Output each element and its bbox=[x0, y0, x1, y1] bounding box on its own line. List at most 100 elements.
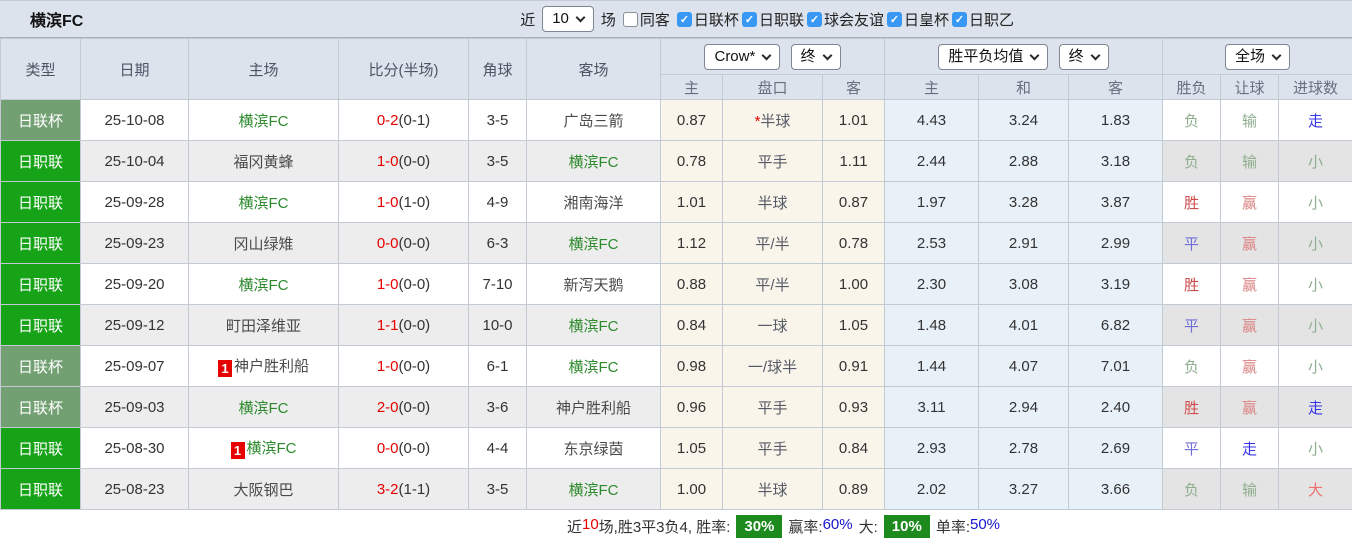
result-cell: 平 bbox=[1163, 223, 1221, 264]
table-row: 日职联25-09-20横滨FC1-0(0-0)7-10新泻天鹅0.88平/半1.… bbox=[1, 264, 1352, 305]
fulltime-score: 0-0 bbox=[377, 440, 399, 457]
single-value: 50% bbox=[970, 516, 1000, 537]
odds-away-cell: 0.91 bbox=[823, 346, 885, 387]
halftime-score: (0-0) bbox=[399, 153, 431, 170]
score-cell: 0-2(0-1) bbox=[339, 100, 469, 141]
avg-draw-cell: 2.91 bbox=[979, 223, 1069, 264]
single-label: 单率: bbox=[936, 516, 970, 537]
team-name-link[interactable]: 横滨FC bbox=[569, 154, 619, 171]
team-name-link[interactable]: 横滨FC bbox=[569, 236, 619, 253]
date-cell: 25-08-23 bbox=[81, 469, 189, 510]
score-cell: 1-0(1-0) bbox=[339, 182, 469, 223]
period-select[interactable]: 全场 bbox=[1225, 44, 1290, 70]
halftime-score: (0-0) bbox=[399, 317, 431, 334]
halftime-score: (1-0) bbox=[399, 194, 431, 211]
team-name-link[interactable]: 町田泽维亚 bbox=[226, 318, 301, 335]
team-name-link[interactable]: 神户胜利船 bbox=[556, 400, 631, 417]
odds-home-cell: 0.84 bbox=[661, 305, 723, 346]
bookmaker-time-select[interactable]: 终 bbox=[791, 44, 841, 70]
odds-home-cell: 1.12 bbox=[661, 223, 723, 264]
team-name-link[interactable]: 广岛三箭 bbox=[563, 113, 623, 130]
summary-stats-text: 场,胜3平3负4, 胜率: bbox=[599, 516, 731, 537]
checkbox-icon[interactable] bbox=[742, 12, 757, 27]
avg-draw-cell: 2.94 bbox=[979, 387, 1069, 428]
recent-summary: 近 10 场,胜3平3负4, 胜率: bbox=[567, 516, 730, 537]
league-filter-label: 日皇杯 bbox=[904, 9, 949, 30]
league-filter-label: 日职乙 bbox=[969, 9, 1014, 30]
goals-cell: 走 bbox=[1279, 100, 1352, 141]
chevron-down-icon bbox=[822, 50, 832, 60]
date-cell: 25-10-08 bbox=[81, 100, 189, 141]
team-name-link[interactable]: 大阪钢巴 bbox=[233, 482, 293, 499]
col-header-score: 比分(半场) bbox=[339, 39, 469, 100]
sub-header-crow-home: 主 bbox=[661, 75, 723, 100]
recent-count-select[interactable]: 10 bbox=[542, 6, 594, 32]
odds-home-cell: 1.00 bbox=[661, 469, 723, 510]
same-away-filter[interactable]: 同客 bbox=[623, 9, 670, 30]
league-filter-label: 日联杯 bbox=[694, 9, 739, 30]
table-row: 日职联25-09-28横滨FC1-0(1-0)4-9湘南海洋1.01半球0.87… bbox=[1, 182, 1352, 223]
team-name-link[interactable]: 东京绿茵 bbox=[563, 441, 623, 458]
corner-cell: 3-5 bbox=[469, 141, 527, 182]
league-filter-label: 球会友谊 bbox=[824, 9, 884, 30]
corner-cell: 4-4 bbox=[469, 428, 527, 469]
team-name-link[interactable]: 横滨FC bbox=[239, 195, 289, 212]
result-cell: 平 bbox=[1163, 305, 1221, 346]
goals-cell: 小 bbox=[1279, 264, 1352, 305]
odds-away-cell: 1.00 bbox=[823, 264, 885, 305]
league-filter-5[interactable]: 日职乙 bbox=[952, 9, 1014, 30]
team-name-link[interactable]: 神户胜利船 bbox=[234, 358, 309, 375]
avg-away-cell: 3.19 bbox=[1069, 264, 1163, 305]
sub-header-avg-draw: 和 bbox=[979, 75, 1069, 100]
team-name-link[interactable]: 冈山绿雉 bbox=[233, 236, 293, 253]
checkbox-icon[interactable] bbox=[952, 12, 967, 27]
team-name-link[interactable]: 横滨FC bbox=[239, 277, 289, 294]
avg-home-cell: 1.97 bbox=[885, 182, 979, 223]
single-summary: 单率: 50% bbox=[936, 516, 1000, 537]
group-header-bookmaker: Crow* 终 bbox=[661, 39, 885, 75]
team-name-link[interactable]: 横滨FC bbox=[569, 359, 619, 376]
date-cell: 25-09-28 bbox=[81, 182, 189, 223]
bookmaker-select[interactable]: Crow* bbox=[704, 44, 780, 70]
avg-home-cell: 1.44 bbox=[885, 346, 979, 387]
avg-away-cell: 2.40 bbox=[1069, 387, 1163, 428]
odds-win-value: 60% bbox=[823, 516, 853, 537]
sub-header-handicap: 盘口 bbox=[723, 75, 823, 100]
avg-draw-cell: 3.28 bbox=[979, 182, 1069, 223]
team-name-link[interactable]: 横滨FC bbox=[569, 318, 619, 335]
handicap-result-cell: 赢 bbox=[1221, 182, 1279, 223]
team-name-link[interactable]: 福冈黄蜂 bbox=[233, 154, 293, 171]
odds-avg-select[interactable]: 胜平负均值 bbox=[938, 44, 1048, 70]
checkbox-icon[interactable] bbox=[807, 12, 822, 27]
league-filter-2[interactable]: 日职联 bbox=[742, 9, 804, 30]
checkbox-icon[interactable] bbox=[887, 12, 902, 27]
table-row: 日联杯25-09-071神户胜利船1-0(0-0)6-1横滨FC0.98一/球半… bbox=[1, 346, 1352, 387]
goals-cell: 走 bbox=[1279, 387, 1352, 428]
away-team-cell: 湘南海洋 bbox=[527, 182, 661, 223]
handicap-result-cell: 走 bbox=[1221, 428, 1279, 469]
checkbox-icon[interactable] bbox=[623, 12, 638, 27]
avg-away-cell: 3.87 bbox=[1069, 182, 1163, 223]
team-name-link[interactable]: 横滨FC bbox=[239, 113, 289, 130]
avg-draw-cell: 3.27 bbox=[979, 469, 1069, 510]
team-name-link[interactable]: 横滨FC bbox=[247, 440, 297, 457]
team-name-link[interactable]: 横滨FC bbox=[239, 400, 289, 417]
home-team-cell: 横滨FC bbox=[189, 264, 339, 305]
sub-header-result: 胜负 bbox=[1163, 75, 1221, 100]
league-filter-4[interactable]: 日皇杯 bbox=[887, 9, 949, 30]
team-name-link[interactable]: 横滨FC bbox=[569, 482, 619, 499]
checkbox-icon[interactable] bbox=[677, 12, 692, 27]
avg-away-cell: 2.99 bbox=[1069, 223, 1163, 264]
odds-away-cell: 0.78 bbox=[823, 223, 885, 264]
away-team-cell: 横滨FC bbox=[527, 141, 661, 182]
home-team-cell: 冈山绿雉 bbox=[189, 223, 339, 264]
home-team-cell: 1横滨FC bbox=[189, 428, 339, 469]
league-filter-1[interactable]: 日联杯 bbox=[677, 9, 739, 30]
odds-avg-time-select[interactable]: 终 bbox=[1059, 44, 1109, 70]
league-filter-3[interactable]: 球会友谊 bbox=[807, 9, 884, 30]
sub-header-avg-home: 主 bbox=[885, 75, 979, 100]
team-name-link[interactable]: 湘南海洋 bbox=[563, 195, 623, 212]
team-name-link[interactable]: 新泻天鹅 bbox=[563, 277, 623, 294]
odds-avg-time-value: 终 bbox=[1069, 48, 1084, 66]
fulltime-score: 3-2 bbox=[377, 481, 399, 498]
